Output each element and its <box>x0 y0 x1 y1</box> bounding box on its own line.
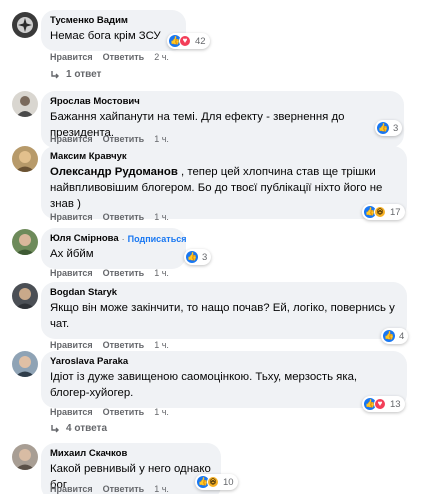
comment-actions: Нравится Ответить 2 ч. <box>50 52 169 62</box>
like-button[interactable]: Нравится <box>50 134 93 144</box>
reply-arrow-icon <box>51 70 59 78</box>
comment-author[interactable]: Yaroslava Paraka <box>50 356 128 367</box>
comment-actions: Нравится Ответить 1 ч. <box>50 268 169 278</box>
view-replies-button[interactable]: 4 ответа <box>50 423 107 434</box>
comment-actions: Нравится Ответить 1 ч. <box>50 484 169 494</box>
reply-button[interactable]: Ответить <box>103 134 145 144</box>
reply-button[interactable]: Ответить <box>103 212 145 222</box>
reply-button[interactable]: Ответить <box>103 340 145 350</box>
timestamp[interactable]: 1 ч. <box>154 134 169 144</box>
comment-text: Немає бога крім ЗСУ <box>50 30 161 42</box>
like-button[interactable]: Нравится <box>50 268 93 278</box>
comment-author[interactable]: Bogdan Staryk <box>50 287 117 298</box>
comment-bubble: Юля Смірнова · Подписаться Ах йбйм <box>41 228 187 269</box>
like-icon: 👍 <box>383 330 395 342</box>
comment-author[interactable]: Михаил Скачков <box>50 448 127 459</box>
comment-actions: Нравится Ответить 1 ч. <box>50 340 169 350</box>
haha-icon: 😆 <box>207 476 219 488</box>
reactions-summary[interactable]: 👍 3 <box>375 120 403 136</box>
comment-text: Олександр Рудоманов , тепер цей хлопчина… <box>50 164 398 212</box>
reply-button[interactable]: Ответить <box>103 52 145 62</box>
avatar[interactable] <box>12 283 38 309</box>
reaction-count: 10 <box>223 476 234 488</box>
avatar[interactable] <box>12 146 38 172</box>
timestamp[interactable]: 2 ч. <box>154 52 169 62</box>
timestamp[interactable]: 1 ч. <box>154 407 169 417</box>
comment-author[interactable]: Тусменко Вадим <box>50 15 128 26</box>
like-button[interactable]: Нравится <box>50 52 93 62</box>
comment-bubble: Максим Кравчук Олександр Рудоманов , теп… <box>41 146 407 219</box>
timestamp[interactable]: 1 ч. <box>154 268 169 278</box>
reaction-count: 42 <box>195 35 206 47</box>
reaction-count: 3 <box>202 251 208 263</box>
reactions-summary[interactable]: 👍 😆 10 <box>195 474 238 490</box>
comment-actions: Нравится Ответить 1 ч. <box>50 212 169 222</box>
avatar[interactable] <box>12 351 38 377</box>
comment-actions: Нравится Ответить 1 ч. <box>50 407 169 417</box>
love-icon: ♥ <box>374 398 386 410</box>
replies-count: 4 ответа <box>66 423 108 434</box>
timestamp[interactable]: 1 ч. <box>154 484 169 494</box>
comment-actions: Нравится Ответить 1 ч. <box>50 134 169 144</box>
comment-author[interactable]: Максим Кравчук <box>50 151 127 162</box>
avatar[interactable] <box>12 91 38 117</box>
like-icon: 👍 <box>377 122 389 134</box>
timestamp[interactable]: 1 ч. <box>154 340 169 350</box>
comment-text: Якщо він може закінчити, то нащо почав? … <box>50 302 395 330</box>
comment-author[interactable]: Юля Смірнова <box>50 233 119 244</box>
haha-icon: 😆 <box>374 206 386 218</box>
reaction-count: 13 <box>390 398 401 410</box>
reaction-count: 4 <box>399 330 405 342</box>
comment-text: Ідіот із дуже завищеною саомоцінкою. Тьх… <box>50 371 358 399</box>
comment-bubble: Yaroslava Paraka Ідіот із дуже завищеною… <box>41 351 407 408</box>
like-button[interactable]: Нравится <box>50 340 93 350</box>
like-button[interactable]: Нравится <box>50 212 93 222</box>
avatar[interactable] <box>12 12 38 38</box>
reactions-summary[interactable]: 👍 😆 17 <box>362 204 405 220</box>
reply-button[interactable]: Ответить <box>103 484 145 494</box>
replies-count: 1 ответ <box>66 69 102 80</box>
reply-arrow-icon <box>51 424 59 432</box>
comment-text: Ах йбйм <box>50 248 94 260</box>
reactions-summary[interactable]: 👍 ♥ 42 <box>167 33 210 49</box>
separator-dot: · <box>121 233 125 244</box>
view-replies-button[interactable]: 1 ответ <box>50 69 101 80</box>
reactions-summary[interactable]: 👍 3 <box>184 249 212 265</box>
love-icon: ♥ <box>179 35 191 47</box>
avatar[interactable] <box>12 229 38 255</box>
reactions-summary[interactable]: 👍 4 <box>381 328 409 344</box>
reply-button[interactable]: Ответить <box>103 268 145 278</box>
avatar[interactable] <box>12 444 38 470</box>
reaction-count: 3 <box>393 122 399 134</box>
comment-bubble: Bogdan Staryk Якщо він може закінчити, т… <box>41 282 407 339</box>
reaction-count: 17 <box>390 206 401 218</box>
mention-link[interactable]: Олександр Рудоманов <box>50 166 178 178</box>
like-button[interactable]: Нравится <box>50 407 93 417</box>
comment-bubble: Тусменко Вадим Немає бога крім ЗСУ <box>41 10 186 51</box>
reactions-summary[interactable]: 👍 ♥ 13 <box>362 396 405 412</box>
like-icon: 👍 <box>186 251 198 263</box>
timestamp[interactable]: 1 ч. <box>154 212 169 222</box>
like-button[interactable]: Нравится <box>50 484 93 494</box>
subscribe-button[interactable]: Подписаться <box>128 234 187 244</box>
reply-button[interactable]: Ответить <box>103 407 145 417</box>
comment-author[interactable]: Ярослав Мостович <box>50 96 140 107</box>
